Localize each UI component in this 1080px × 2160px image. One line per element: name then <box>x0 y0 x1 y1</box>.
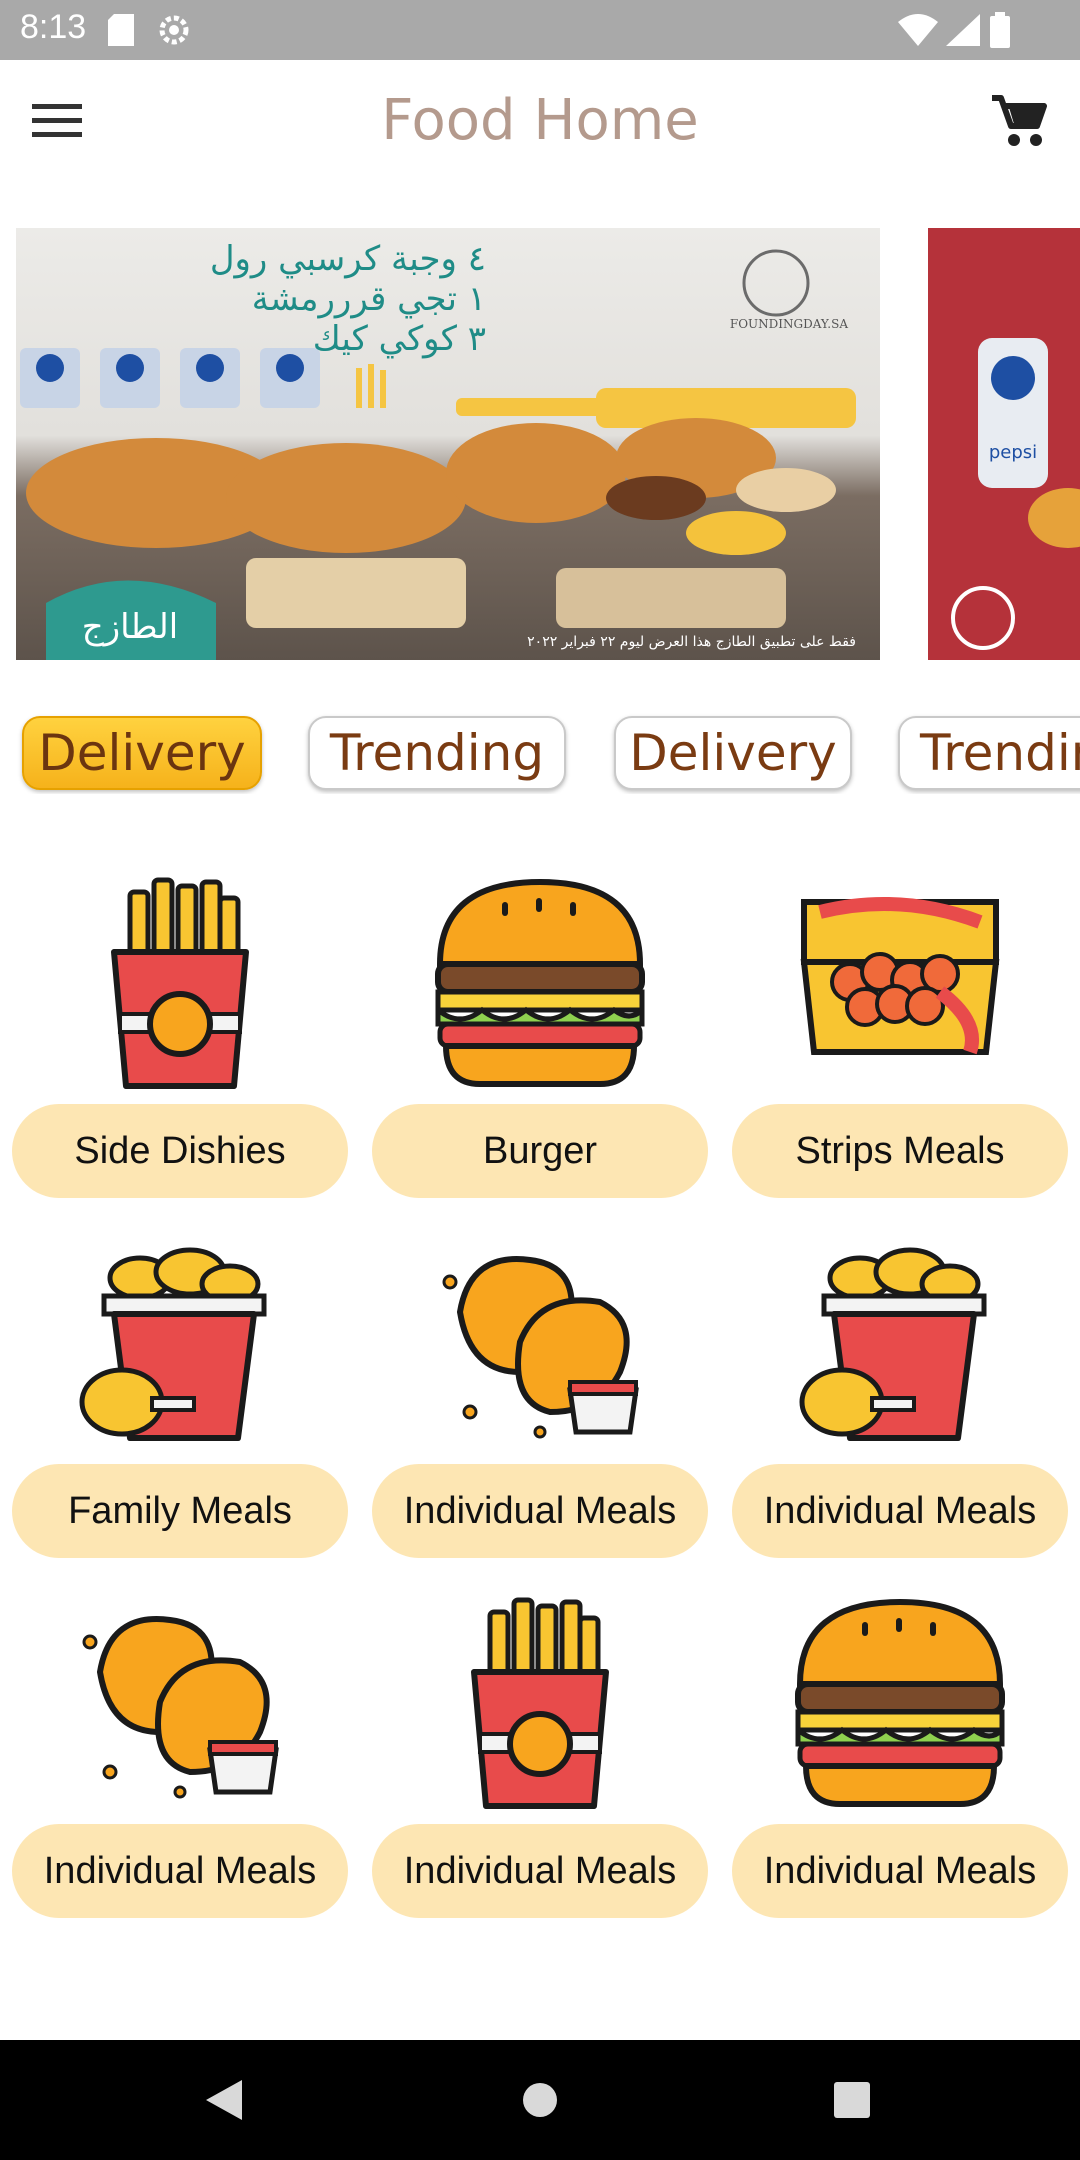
fries-icon <box>471 1597 609 1809</box>
category-label: Individual Meals <box>732 1464 1068 1558</box>
banner-2-brand: pepsi <box>989 442 1037 463</box>
category-item[interactable]: Individual Meals <box>732 1232 1068 1572</box>
category-label: Family Meals <box>12 1464 348 1558</box>
system-nav-bar <box>0 2040 1080 2160</box>
banner-footer-text: فقط على تطبيق الطازج هذا العرض ليوم ٢٢ ف… <box>527 634 856 650</box>
promo-banner-2-art: pepsi <box>951 338 1080 650</box>
chip-delivery-1[interactable]: Delivery <box>22 716 262 790</box>
cart-icon[interactable] <box>990 92 1048 150</box>
settings-gear-icon <box>159 15 189 45</box>
burger-icon <box>795 1598 1005 1807</box>
chicken-bucket-icon <box>79 1247 267 1441</box>
cell-signal-icon <box>946 14 980 46</box>
category-item[interactable]: Individual Meals <box>732 1592 1068 1932</box>
page-title: Food Home <box>381 88 699 153</box>
category-label: Strips Meals <box>732 1104 1068 1198</box>
fries-icon <box>111 877 249 1089</box>
strips-box-icon <box>800 897 1000 1055</box>
burger-icon <box>435 878 645 1087</box>
promo-carousel[interactable]: الطازج ٤ وجبة كرسبي رول ١ تجي قرررمشة ٣ … <box>0 228 1080 660</box>
promo-banner-1[interactable]: الطازج ٤ وجبة كرسبي رول ١ تجي قرررمشة ٣ … <box>16 228 880 660</box>
category-item[interactable]: Individual Meals <box>12 1592 348 1932</box>
filter-chips: Delivery Trending Delivery Trending <box>0 712 1080 794</box>
category-label: Individual Meals <box>372 1464 708 1558</box>
banner-headline-1: ٤ وجبة كرسبي رول <box>210 239 486 279</box>
app-bar: Food Home <box>0 60 1080 180</box>
category-label: Burger <box>372 1104 708 1198</box>
promo-banner-2[interactable]: pepsi <box>928 228 1080 660</box>
category-label: Individual Meals <box>372 1824 708 1918</box>
chip-delivery-2[interactable]: Delivery <box>614 716 852 790</box>
category-item[interactable]: Family Meals <box>12 1232 348 1572</box>
battery-icon <box>990 12 1010 48</box>
category-item[interactable]: Individual Meals <box>372 1592 708 1932</box>
chicken-bucket-icon <box>799 1247 987 1441</box>
status-bar: 8:13 <box>0 0 1080 60</box>
banner-headline-2: ١ تجي قرررمشة <box>252 279 486 319</box>
back-icon[interactable] <box>204 2078 244 2122</box>
category-item[interactable]: Burger <box>372 872 708 1212</box>
banner-brand-text: الطازج <box>82 607 178 647</box>
chip-trending-2[interactable]: Trending <box>898 716 1080 790</box>
chip-trending-1[interactable]: Trending <box>308 716 566 790</box>
recent-apps-icon[interactable] <box>834 2082 870 2118</box>
fried-chicken-icon <box>82 1616 279 1799</box>
banner-logo-text: FOUNDINGDAY.SA <box>730 317 848 331</box>
sd-card-icon <box>108 14 134 46</box>
banner-headline-3: ٣ كوكي كيك <box>313 319 486 359</box>
category-item[interactable]: Strips Meals <box>732 872 1068 1212</box>
fried-chicken-icon <box>442 1256 639 1439</box>
home-icon[interactable] <box>522 2082 558 2118</box>
category-label: Individual Meals <box>732 1824 1068 1918</box>
category-label: Side Dishies <box>12 1104 348 1198</box>
category-label: Individual Meals <box>12 1824 348 1918</box>
wifi-icon <box>898 14 938 46</box>
promo-banner-art: الطازج ٤ وجبة كرسبي رول ١ تجي قرررمشة ٣ … <box>20 239 856 660</box>
category-item[interactable]: Side Dishies <box>12 872 348 1212</box>
status-time: 8:13 <box>20 8 87 46</box>
category-item[interactable]: Individual Meals <box>372 1232 708 1572</box>
